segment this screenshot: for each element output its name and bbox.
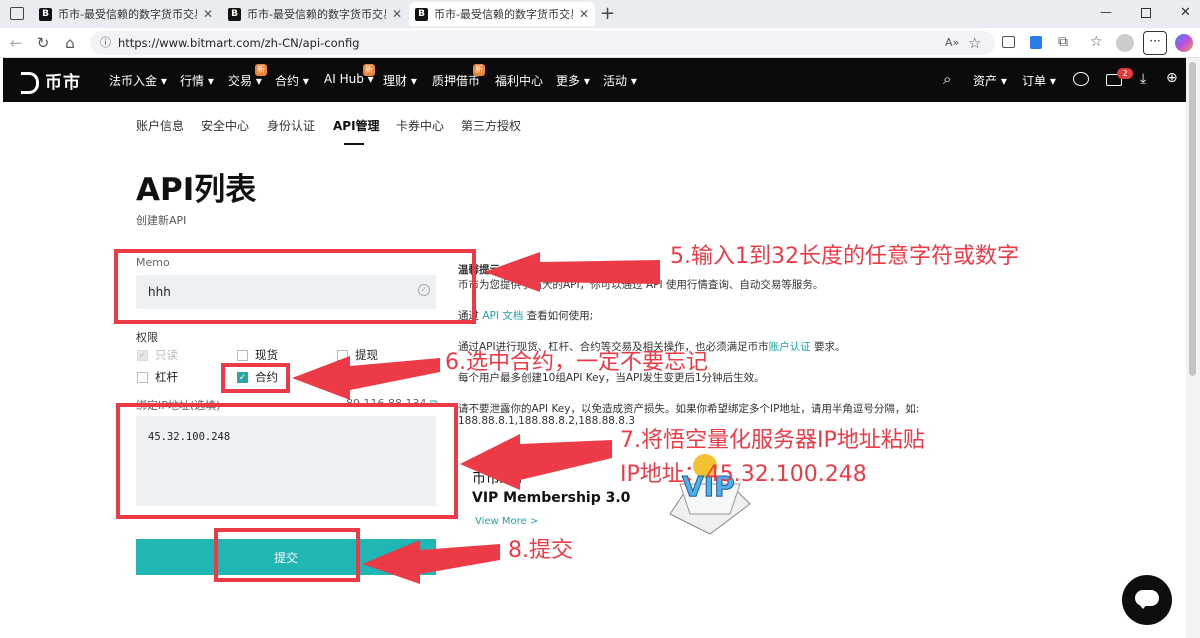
- arrow-step8: [362, 540, 500, 584]
- annotation-arrows: [292, 252, 660, 584]
- chat-support-button[interactable]: [1122, 575, 1172, 625]
- annotation-step7a: 7.将悟空量化服务器IP地址粘贴: [620, 428, 925, 453]
- arrow-step6: [292, 356, 440, 400]
- chat-bubble-tail: [1138, 603, 1148, 609]
- annotation-step7b: IP地址：45.32.100.248: [620, 462, 867, 487]
- annotation-step6: 6.选中合约，一定不要忘记: [445, 350, 708, 375]
- arrow-step7: [460, 434, 612, 490]
- annotation-step5: 5.输入1到32长度的任意字符或数字: [670, 244, 1019, 269]
- annotation-step8: 8.提交: [508, 538, 573, 563]
- arrow-step5: [484, 252, 660, 292]
